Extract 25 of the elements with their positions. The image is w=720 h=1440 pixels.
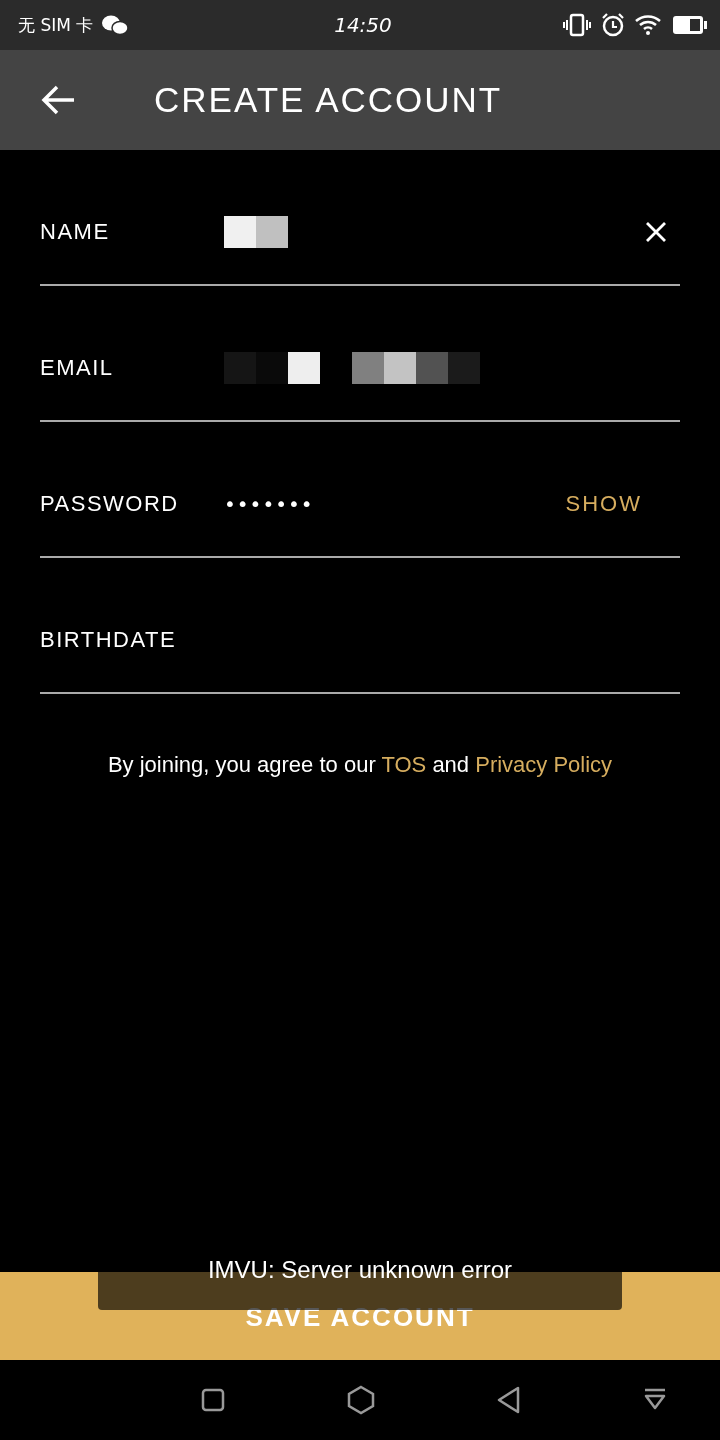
privacy-policy-link[interactable]: Privacy Policy	[475, 752, 613, 777]
password-value: •••••••	[224, 492, 314, 516]
tos-link[interactable]: TOS	[381, 752, 427, 777]
form-field[interactable]: BIRTHDATE	[40, 558, 680, 694]
show-password-link[interactable]: SHOW	[565, 491, 642, 517]
home-icon[interactable]	[346, 1385, 376, 1415]
field-label: PASSWORD	[40, 491, 180, 517]
alarm-clock-icon	[600, 12, 626, 38]
battery-icon	[672, 14, 708, 36]
field-label: EMAIL	[40, 355, 115, 381]
back-icon[interactable]	[496, 1385, 522, 1415]
vibrate-icon	[562, 13, 592, 37]
field-label: NAME	[40, 219, 111, 245]
form-field[interactable]: PASSWORD ••••••• SHOW	[40, 422, 680, 558]
back-arrow-icon[interactable]	[40, 84, 76, 116]
field-label: BIRTHDATE	[40, 627, 177, 653]
chat-bubbles-icon	[101, 14, 130, 36]
terms-text: By joining, you agree to our TOS and Privacy Policy	[106, 752, 614, 778]
close-icon[interactable]	[644, 220, 668, 244]
form-field[interactable]: EMAIL	[40, 286, 680, 422]
form-field[interactable]: NAME	[40, 150, 680, 286]
clock-text: 14:50	[334, 13, 392, 37]
screen-title: CREATE ACCOUNT	[154, 80, 503, 120]
recent-apps-icon[interactable]	[200, 1387, 226, 1413]
carrier-text: 无 SIM 卡	[18, 13, 94, 37]
